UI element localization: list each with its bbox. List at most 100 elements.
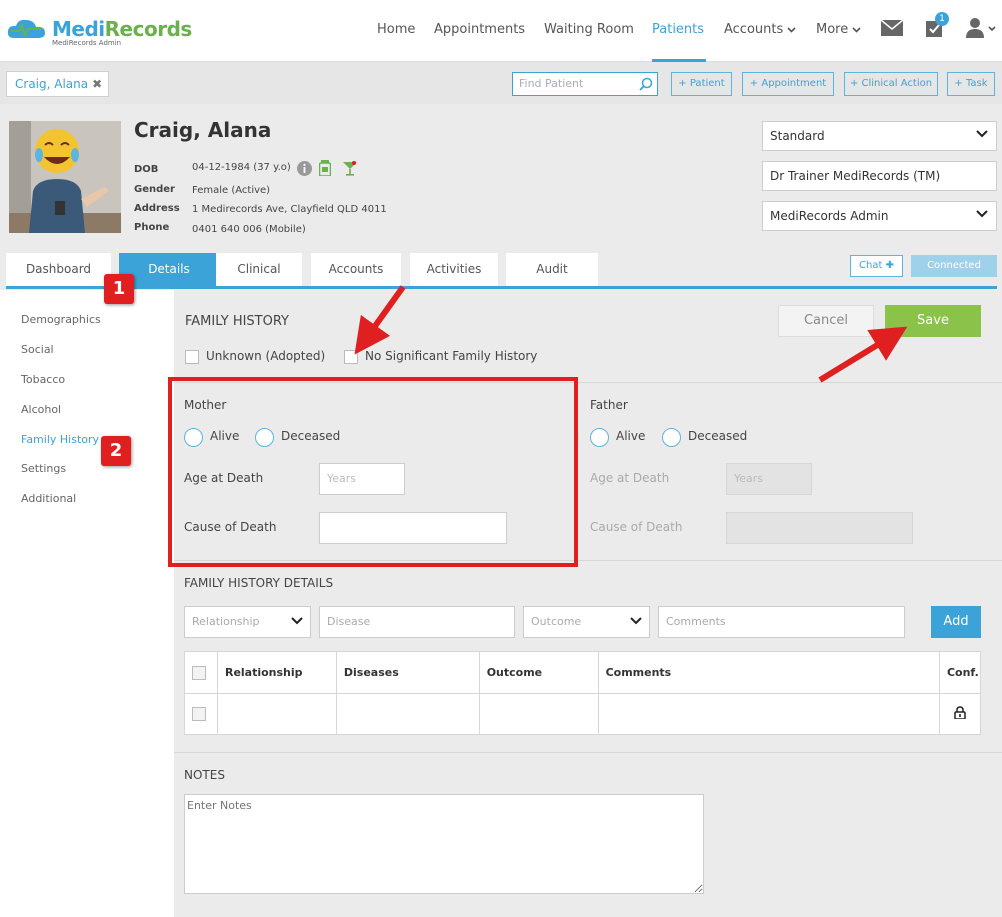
- details-side-menu: Demographics Social Tobacco Alcohol Fami…: [6, 290, 174, 917]
- menu-settings[interactable]: Settings: [21, 462, 66, 475]
- unknown-adopted-label: Unknown (Adopted): [206, 349, 326, 363]
- patient-toolbar: Craig, Alana ✖ Find Patient + Patient + A…: [0, 62, 1002, 104]
- relationship-select[interactable]: Relationship: [184, 606, 311, 638]
- column-conf[interactable]: Conf.: [938, 651, 982, 694]
- nav-waiting-room[interactable]: Waiting Room: [544, 22, 634, 37]
- menu-social[interactable]: Social: [21, 343, 54, 356]
- row-outcome-cell: [478, 693, 599, 735]
- nav-more[interactable]: More: [816, 22, 861, 37]
- menu-additional[interactable]: Additional: [21, 492, 76, 505]
- menu-demographics[interactable]: Demographics: [21, 313, 101, 326]
- tab-underline: [6, 286, 997, 289]
- unknown-adopted-checkbox[interactable]: [185, 350, 199, 364]
- envelope-icon[interactable]: [881, 20, 903, 36]
- tab-activities[interactable]: Activities: [410, 253, 498, 289]
- disease-input[interactable]: Disease: [319, 606, 515, 638]
- nav-patients[interactable]: Patients: [652, 22, 704, 37]
- nav-accounts[interactable]: Accounts: [724, 22, 796, 37]
- open-patient-tab[interactable]: Craig, Alana ✖: [6, 71, 110, 97]
- tab-accounts[interactable]: Accounts: [311, 253, 401, 289]
- notes-textarea[interactable]: [184, 794, 704, 894]
- add-appointment-button[interactable]: + Appointment: [742, 72, 834, 96]
- family-history-details-title: FAMILY HISTORY DETAILS: [184, 576, 334, 590]
- tasks-count-badge: 1: [935, 12, 949, 26]
- logo-subtitle: MediRecords Admin: [52, 39, 122, 47]
- cocktail-glass-icon[interactable]: [342, 160, 358, 176]
- tab-details[interactable]: Details: [119, 253, 219, 289]
- column-comments[interactable]: Comments: [597, 651, 940, 694]
- father-deceased-label: Deceased: [688, 429, 748, 443]
- column-relationship[interactable]: Relationship: [216, 651, 337, 694]
- find-patient-input[interactable]: Find Patient: [512, 72, 658, 96]
- connected-status-button[interactable]: Connected: [911, 255, 997, 277]
- select-all-checkbox[interactable]: [192, 665, 206, 680]
- menu-tobacco[interactable]: Tobacco: [21, 373, 65, 386]
- chevron-down-icon: [291, 617, 303, 625]
- add-button[interactable]: Add: [931, 606, 981, 638]
- step-1-badge: 1: [104, 274, 134, 304]
- menu-alcohol[interactable]: Alcohol: [21, 403, 61, 416]
- cancel-button[interactable]: Cancel: [778, 305, 874, 337]
- no-significant-history-checkbox[interactable]: [344, 350, 358, 364]
- comments-input[interactable]: Comments: [658, 606, 905, 638]
- father-alive-radio[interactable]: [590, 428, 609, 447]
- father-cause-of-death-input[interactable]: [726, 512, 913, 544]
- no-significant-history-label: No Significant Family History: [365, 349, 538, 363]
- nav-home[interactable]: Home: [377, 22, 415, 37]
- father-title: Father: [590, 398, 628, 412]
- row-relationship-cell: [216, 693, 337, 735]
- medication-bottle-icon[interactable]: [319, 160, 331, 176]
- address-value: 1 Medirecords Ave, Clayfield QLD 4011: [192, 204, 387, 215]
- patient-name: Craig, Alana: [134, 118, 272, 142]
- row-conf-cell: [938, 693, 982, 735]
- chevron-down-icon: [852, 27, 861, 33]
- notes-title: NOTES: [184, 768, 225, 782]
- gender-value: Female (Active): [192, 185, 271, 196]
- chevron-down-icon: [787, 27, 796, 33]
- select-all-cell: [184, 651, 218, 694]
- father-alive-label: Alive: [616, 429, 646, 443]
- lock-icon[interactable]: [954, 706, 966, 720]
- user-profile-icon[interactable]: [966, 18, 996, 38]
- tab-audit[interactable]: Audit: [506, 253, 598, 289]
- divider: [174, 752, 1002, 753]
- father-deceased-radio[interactable]: [662, 428, 681, 447]
- column-diseases[interactable]: Diseases: [335, 651, 480, 694]
- search-icon[interactable]: [639, 77, 653, 91]
- info-icon[interactable]: [297, 161, 312, 176]
- add-patient-button[interactable]: + Patient: [671, 72, 732, 96]
- row-checkbox[interactable]: [192, 707, 206, 721]
- cloud-logo-icon: [7, 19, 45, 38]
- gender-label: Gender: [134, 184, 175, 195]
- father-age-label: Age at Death: [590, 471, 670, 485]
- phone-label: Phone: [134, 222, 170, 233]
- practitioner-field[interactable]: Dr Trainer MediRecords (TM): [762, 161, 997, 191]
- medirecords-logo[interactable]: MediRecords MediRecords Admin: [6, 14, 192, 48]
- chat-button[interactable]: Chat ✚: [850, 255, 903, 277]
- appointment-type-select[interactable]: Standard: [762, 121, 997, 151]
- top-navbar: MediRecords MediRecords Admin Home Appoi…: [0, 0, 1002, 62]
- row-diseases-cell: [335, 693, 480, 735]
- annotation-highlight-box: [168, 377, 578, 567]
- add-clinical-action-button[interactable]: + Clinical Action: [844, 72, 938, 96]
- outcome-select[interactable]: Outcome: [523, 606, 650, 638]
- table-header-row: Relationship Diseases Outcome Comments C…: [184, 651, 982, 694]
- avatar-picture: [9, 121, 121, 233]
- nav-appointments[interactable]: Appointments: [434, 22, 525, 37]
- dob-label: DOB: [134, 164, 159, 175]
- save-button[interactable]: Save: [885, 305, 981, 337]
- family-history-title: FAMILY HISTORY: [185, 314, 289, 329]
- chevron-down-icon: [976, 130, 988, 138]
- close-icon[interactable]: ✖: [92, 77, 102, 91]
- row-comments-cell: [597, 693, 940, 735]
- dob-value: 04-12-1984 (37 y.o): [192, 162, 291, 173]
- father-age-at-death-input[interactable]: Years: [726, 463, 812, 495]
- address-label: Address: [134, 203, 180, 214]
- phone-value: 0401 640 006 (Mobile): [192, 224, 306, 235]
- column-outcome[interactable]: Outcome: [478, 651, 599, 694]
- menu-family-history[interactable]: Family History: [21, 433, 99, 446]
- tab-clinical[interactable]: Clinical: [216, 253, 302, 289]
- location-select[interactable]: MediRecords Admin: [762, 201, 997, 231]
- add-task-button[interactable]: + Task: [947, 72, 995, 96]
- tab-dashboard[interactable]: Dashboard: [6, 253, 111, 289]
